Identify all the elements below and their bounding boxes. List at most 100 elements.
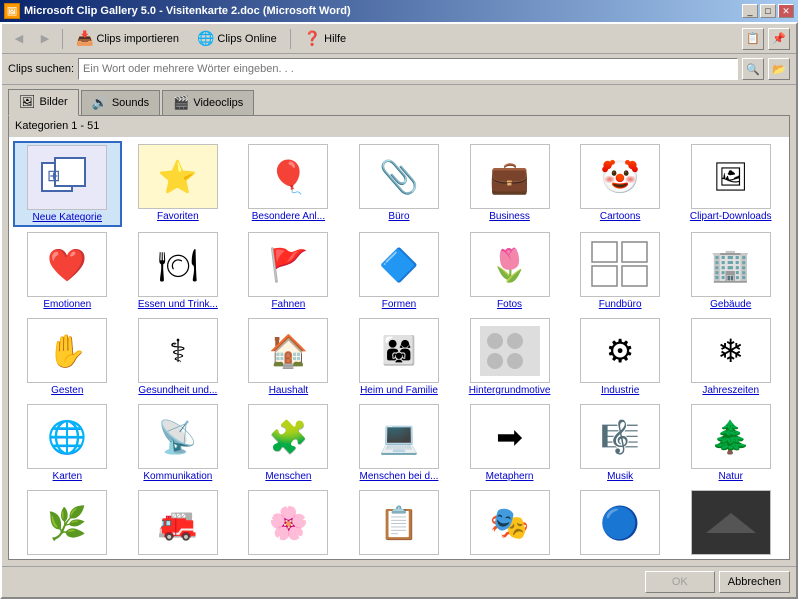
item-image: ⚕ — [138, 318, 218, 383]
list-item[interactable]: 🏢 Gebäude — [676, 229, 785, 313]
forward-button[interactable]: ▶ — [34, 28, 56, 50]
help-button[interactable]: ❓ Hilfe — [297, 27, 353, 50]
search-icon: 🔍 — [746, 63, 760, 76]
list-item[interactable]: 🧩 Menschen — [234, 401, 343, 485]
list-item[interactable]: 🔵 — [566, 487, 675, 559]
tab-videoclips[interactable]: 🎬 Videoclips — [162, 90, 254, 115]
item-image — [580, 232, 660, 297]
list-item[interactable]: ⚕ Gesundheit und... — [124, 315, 233, 399]
maximize-button[interactable]: □ — [760, 4, 776, 18]
item-image: 🎈 — [248, 144, 328, 209]
item-label: Gesundheit und... — [138, 385, 217, 396]
clips-import-label: Clips importieren — [96, 33, 179, 45]
item-label: Fotos — [497, 299, 522, 310]
list-item[interactable]: 🌐 Karten — [13, 401, 122, 485]
item-label: Hintergrundmotive — [469, 385, 551, 396]
list-item[interactable]: 🌸 — [234, 487, 343, 559]
list-item[interactable]: 🌲 Natur — [676, 401, 785, 485]
list-item[interactable]: ⭐ Favoriten — [124, 141, 233, 227]
list-item[interactable]: 👨‍👩‍👧 Heim und Familie — [345, 315, 454, 399]
grid-container[interactable]: ⊞ Neue Kategorie ⭐ Favoriten 🎈 Besondere… — [9, 137, 789, 559]
app-icon: 🖼 — [4, 3, 20, 19]
list-item[interactable]: 💼 Business — [455, 141, 564, 227]
item-image: ❤️ — [27, 232, 107, 297]
item-label: Emotionen — [43, 299, 91, 310]
list-item[interactable]: ✋ Gesten — [13, 315, 122, 399]
list-item[interactable]: ❤️ Emotionen — [13, 229, 122, 313]
item-image: 🔷 — [359, 232, 439, 297]
list-item[interactable] — [676, 487, 785, 559]
search-button[interactable]: 🔍 — [742, 58, 764, 80]
list-item[interactable]: 🚒 — [124, 487, 233, 559]
list-item[interactable]: 🤡 Cartoons — [566, 141, 675, 227]
item-label: Metaphern — [486, 471, 534, 482]
list-item[interactable]: 🚩 Fahnen — [234, 229, 343, 313]
list-item[interactable]: Hintergrundmotive — [455, 315, 564, 399]
item-image: ⊞ — [27, 145, 107, 210]
tab-bilder[interactable]: 🖼 Bilder — [8, 89, 79, 116]
list-item[interactable]: ❄ Jahreszeiten — [676, 315, 785, 399]
item-label: Formen — [382, 299, 416, 310]
ok-button[interactable]: OK — [645, 571, 715, 593]
item-image: 🌲 — [691, 404, 771, 469]
list-item[interactable]: 💻 Menschen bei d... — [345, 401, 454, 485]
item-label: Fundbüro — [599, 299, 642, 310]
item-image: 📎 — [359, 144, 439, 209]
search-label: Clips suchen: — [8, 63, 74, 75]
list-item[interactable]: 🌷 Fotos — [455, 229, 564, 313]
item-image: 🔵 — [580, 490, 660, 555]
list-item[interactable]: ⊞ Neue Kategorie — [13, 141, 122, 227]
item-label: Musik — [607, 471, 633, 482]
clips-import-button[interactable]: 📥 Clips importieren — [69, 27, 186, 50]
minimize-button[interactable]: _ — [742, 4, 758, 18]
tab-sounds[interactable]: 🔊 Sounds — [81, 90, 161, 115]
item-image — [691, 490, 771, 555]
item-image: 🍽 — [138, 232, 218, 297]
search-input[interactable] — [78, 58, 738, 80]
paste-icon: 📌 — [772, 32, 786, 45]
item-image: 👨‍👩‍👧 — [359, 318, 439, 383]
item-image: ❄ — [691, 318, 771, 383]
item-image: 🤡 — [580, 144, 660, 209]
list-item[interactable]: 🔷 Formen — [345, 229, 454, 313]
content-area: Kategorien 1 - 51 ⊞ Neue Kategorie ⭐ Fav… — [8, 115, 790, 560]
title-bar: 🖼 Microsoft Clip Gallery 5.0 - Visitenka… — [0, 0, 798, 22]
back-button[interactable]: ◀ — [8, 28, 30, 50]
list-item[interactable]: Fundbüro — [566, 229, 675, 313]
list-item[interactable]: 🖼 Clipart-Downloads — [676, 141, 785, 227]
copy-icon: 📋 — [746, 32, 760, 45]
list-item[interactable]: 📡 Kommunikation — [124, 401, 233, 485]
clips-online-button[interactable]: 🌐 Clips Online — [190, 27, 284, 50]
item-image: 🌷 — [470, 232, 550, 297]
cancel-button[interactable]: Abbrechen — [719, 571, 790, 593]
list-item[interactable]: 🎭 — [455, 487, 564, 559]
item-image: 🖼 — [691, 144, 771, 209]
search-extra-button[interactable]: 📂 — [768, 58, 790, 80]
item-label: Business — [489, 211, 530, 222]
back-icon: ◀ — [15, 32, 23, 45]
item-image: 🧩 — [248, 404, 328, 469]
list-item[interactable]: ⚙ Industrie — [566, 315, 675, 399]
list-item[interactable]: 🏠 Haushalt — [234, 315, 343, 399]
list-item[interactable]: ➡ Metaphern — [455, 401, 564, 485]
list-item[interactable]: 🎼 Musik — [566, 401, 675, 485]
tab-videoclips-label: Videoclips — [193, 97, 243, 109]
close-button[interactable]: ✕ — [778, 4, 794, 18]
item-label: Gesten — [51, 385, 83, 396]
item-label: Menschen bei d... — [360, 471, 439, 482]
item-label: Besondere Anl... — [252, 211, 325, 222]
toolbar: ◀ ▶ 📥 Clips importieren 🌐 Clips Online ❓… — [2, 24, 796, 54]
forward-icon: ▶ — [41, 32, 49, 45]
toolbar-separator-2 — [290, 29, 291, 49]
copy-icon-button[interactable]: 📋 — [742, 28, 764, 50]
list-item[interactable]: 🎈 Besondere Anl... — [234, 141, 343, 227]
list-item[interactable]: 📋 — [345, 487, 454, 559]
list-item[interactable]: 🍽 Essen und Trink... — [124, 229, 233, 313]
item-image: 💻 — [359, 404, 439, 469]
category-grid: ⊞ Neue Kategorie ⭐ Favoriten 🎈 Besondere… — [13, 141, 785, 559]
item-label: Industrie — [601, 385, 639, 396]
item-image: ✋ — [27, 318, 107, 383]
list-item[interactable]: 📎 Büro — [345, 141, 454, 227]
paste-icon-button[interactable]: 📌 — [768, 28, 790, 50]
list-item[interactable]: 🌿 — [13, 487, 122, 559]
